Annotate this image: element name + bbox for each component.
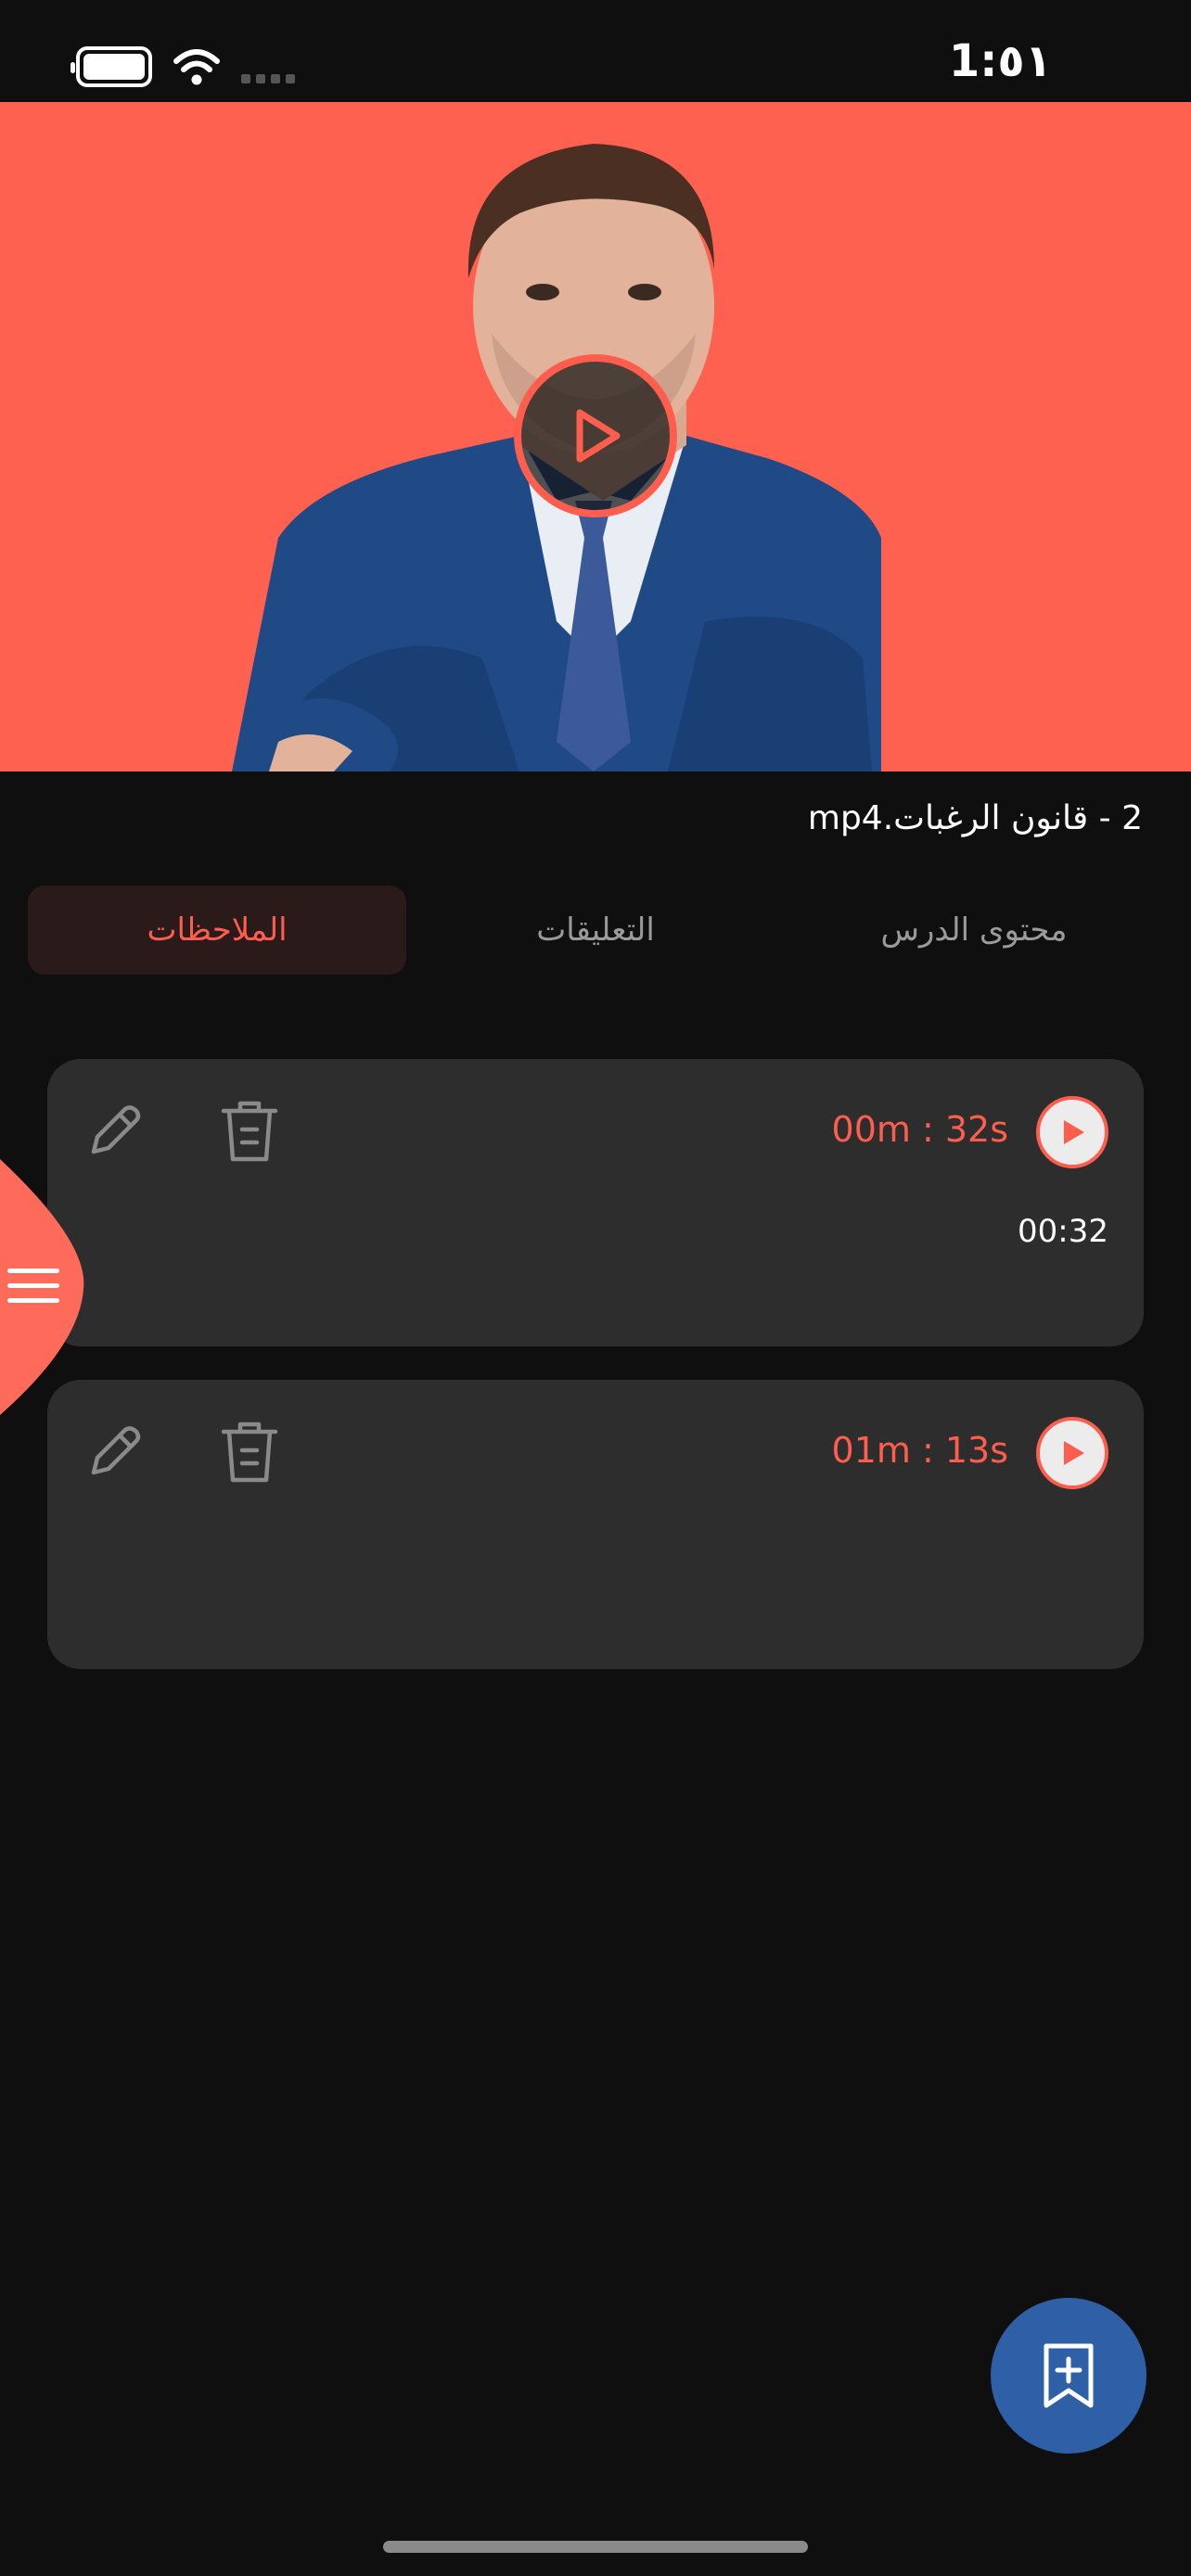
battery-icon [70,46,152,87]
note-text: 00:32 [1018,1213,1108,1250]
tab-comments[interactable]: التعليقات [406,886,785,975]
note-card: 01m : 13s [47,1380,1144,1669]
side-menu-toggle[interactable] [0,1159,89,1415]
note-card: 00m : 32s 00:32 [47,1059,1144,1346]
tab-bar: محتوى الدرس التعليقات الملاحظات [28,886,1163,975]
play-icon [1064,1120,1084,1144]
trash-icon[interactable] [218,1417,281,1486]
video-play-button[interactable] [514,354,677,517]
tab-lesson-content[interactable]: محتوى الدرس [785,886,1163,975]
trash-icon[interactable] [218,1096,281,1165]
status-time: 1:٥١ [948,35,1052,87]
status-icons [70,46,295,87]
note-play-button[interactable] [1036,1417,1108,1489]
pencil-icon[interactable] [81,1098,147,1165]
note-timestamp: 01m : 13s [831,1430,1008,1471]
play-icon [576,409,621,463]
tab-notes[interactable]: الملاحظات [28,886,406,975]
video-title: 2 - قانون الرغبات.mp4 [807,799,1143,837]
bookmark-add-icon [1044,2343,1094,2408]
cellular-signal-icon [241,50,295,83]
pencil-icon[interactable] [81,1419,147,1486]
home-indicator[interactable] [383,2541,808,2553]
status-bar: 1:٥١ [0,0,1191,102]
add-note-button[interactable] [991,2298,1146,2454]
play-icon [1064,1441,1084,1465]
note-timestamp: 00m : 32s [831,1109,1008,1150]
video-player[interactable] [0,102,1191,772]
note-play-button[interactable] [1036,1096,1108,1168]
wifi-icon [173,49,220,85]
